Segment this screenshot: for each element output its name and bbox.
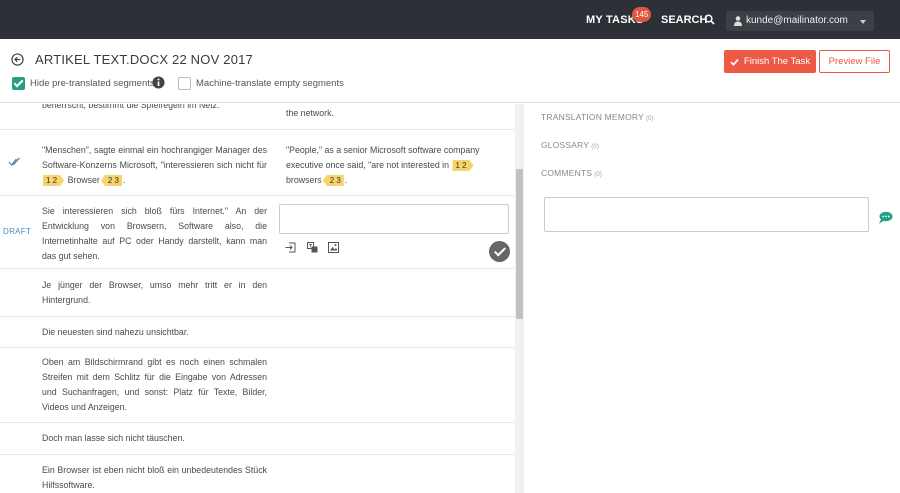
segment-target-text: browsers	[286, 175, 322, 185]
insert-source-icon[interactable]	[285, 242, 296, 253]
finish-task-button[interactable]: Finish The Task	[724, 50, 816, 73]
scrollbar-thumb[interactable]	[516, 169, 523, 319]
comments-label: COMMENTS	[541, 168, 593, 178]
segment-row[interactable]: beherrscht, bestimmt die Spielregeln im …	[0, 104, 517, 130]
glossary-label: GLOSSARY	[541, 140, 590, 150]
translation-memory-header[interactable]: TRANSLATION MEMORY (0)	[541, 112, 654, 122]
segment-row-active[interactable]: DRAFT Sie interessieren sich bloß fürs I…	[0, 196, 517, 269]
segment-row[interactable]: Oben am Bildschirmrand gibt es noch eine…	[0, 348, 517, 423]
machine-translate-label[interactable]: Machine-translate empty segments	[196, 78, 344, 89]
comment-input[interactable]	[544, 197, 869, 232]
user-menu-dropdown[interactable]: kunde@mailinator.com	[726, 11, 874, 31]
segment-source: Doch man lasse sich nicht täuschen.	[42, 433, 185, 443]
segment-target: the network.	[286, 108, 334, 118]
chevron-down-icon	[860, 20, 866, 24]
translation-editor-input[interactable]	[279, 204, 509, 234]
segment-row[interactable]: "Menschen", sagte einmal ein hochrangige…	[0, 130, 517, 196]
task-header: ARTIKEL TEXT.DOCX 22 NOV 2017 Hide pre-t…	[0, 39, 900, 103]
segment-source: Sie interessieren sich bloß fürs Interne…	[42, 206, 267, 261]
segment-source: Je jünger der Browser, umso mehr tritt e…	[42, 280, 267, 305]
check-icon	[730, 58, 739, 66]
segment-source-text: Browser	[65, 175, 100, 185]
segment-source-text: "Menschen", sagte einmal ein hochrangige…	[42, 145, 267, 170]
glossary-header[interactable]: GLOSSARY (0)	[541, 140, 599, 150]
preview-file-label: Preview File	[828, 56, 881, 67]
back-arrow-icon[interactable]	[11, 53, 24, 66]
info-icon[interactable]	[152, 76, 165, 89]
segment-row[interactable]: Doch man lasse sich nicht täuschen.	[0, 423, 517, 455]
search-icon[interactable]	[704, 14, 715, 25]
confirm-segment-button[interactable]	[489, 241, 510, 262]
segment-row[interactable]: Ein Browser ist eben nicht bloß ein unbe…	[0, 455, 517, 493]
segment-source-text: .	[122, 175, 126, 185]
copy-tags-icon[interactable]	[328, 242, 339, 253]
glossary-count: (0)	[591, 144, 600, 150]
double-check-icon	[8, 157, 20, 167]
segment-source: beherrscht, bestimmt die Spielregeln im …	[42, 104, 220, 110]
machine-translate-checkbox[interactable]	[178, 77, 191, 90]
inline-tag[interactable]: 1 2	[452, 160, 474, 171]
segment-row[interactable]: Die neuesten sind nahezu unsichtbar.	[0, 317, 517, 348]
segment-target-text: "People," as a senior Microsoft software…	[286, 145, 480, 170]
hide-pretranslated-checkbox[interactable]	[12, 77, 25, 90]
inline-tag[interactable]: 2 3	[100, 175, 122, 186]
segment-target: "People," as a senior Microsoft software…	[286, 143, 508, 188]
machine-translate-icon[interactable]	[307, 242, 318, 253]
finish-task-label: Finish The Task	[743, 56, 811, 67]
segment-row[interactable]: Je jünger der Browser, umso mehr tritt e…	[0, 269, 517, 317]
segment-status-draft: DRAFT	[3, 227, 32, 236]
inline-tag[interactable]: 1 2	[43, 175, 65, 186]
segment-source: Die neuesten sind nahezu unsichtbar.	[42, 327, 189, 337]
hide-pretranslated-label[interactable]: Hide pre-translated segments	[30, 78, 155, 89]
top-navigation-bar: MY TASKS 145 SEARCH kunde@mailinator.com	[0, 0, 900, 39]
comment-send-icon[interactable]	[878, 211, 893, 224]
comments-header[interactable]: COMMENTS (0)	[541, 168, 602, 178]
user-email: kunde@mailinator.com	[746, 15, 848, 26]
user-icon	[734, 16, 742, 26]
translation-memory-count: (0)	[645, 116, 654, 122]
segment-source: "Menschen", sagte einmal ein hochrangige…	[42, 143, 267, 188]
segments-list: beherrscht, bestimmt die Spielregeln im …	[0, 104, 517, 493]
inline-tag[interactable]: 2 3	[322, 175, 344, 186]
segment-target-text: .	[344, 175, 348, 185]
document-title: ARTIKEL TEXT.DOCX 22 NOV 2017	[35, 52, 253, 67]
segment-source: Oben am Bildschirmrand gibt es noch eine…	[42, 357, 267, 412]
comments-count: (0)	[594, 172, 603, 178]
segment-source: Ein Browser ist eben nicht bloß ein unbe…	[42, 465, 267, 490]
segments-scrollbar[interactable]	[515, 104, 524, 493]
tasks-count-badge: 145	[632, 7, 652, 22]
preview-file-button[interactable]: Preview File	[819, 50, 890, 73]
search-link[interactable]: SEARCH	[661, 14, 707, 26]
translation-memory-label: TRANSLATION MEMORY	[541, 112, 644, 122]
